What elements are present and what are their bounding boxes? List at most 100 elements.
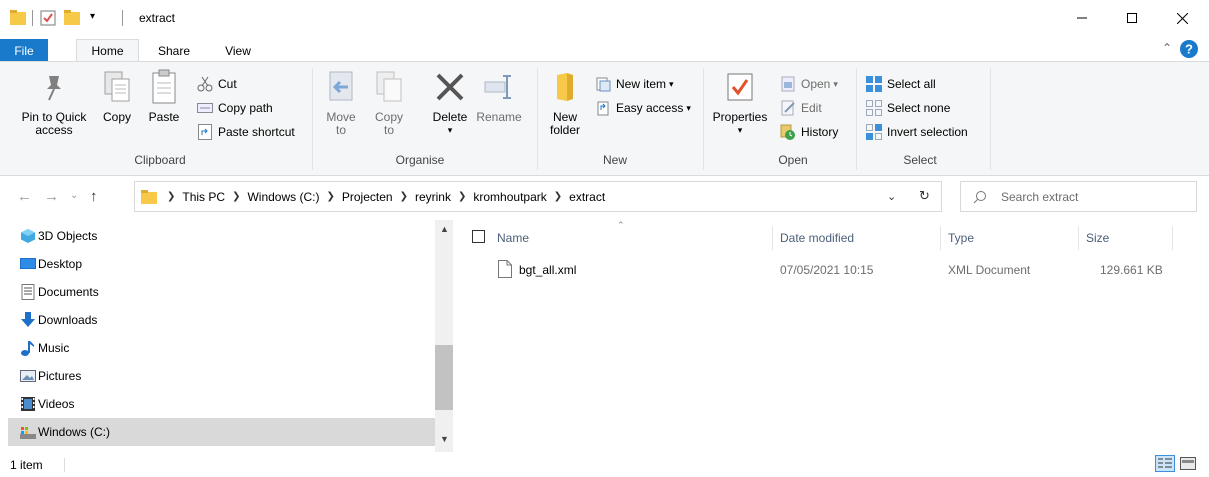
pictures-icon bbox=[20, 370, 36, 382]
column-header-name[interactable]: Name bbox=[497, 228, 529, 248]
help-icon[interactable]: ? bbox=[1180, 40, 1198, 58]
properties-dropdown-icon[interactable]: ▾ bbox=[738, 124, 743, 137]
tab-file[interactable]: File bbox=[0, 39, 48, 62]
easy-access-button[interactable]: Easy access ▾ bbox=[594, 98, 691, 118]
tab-share[interactable]: Share bbox=[148, 39, 200, 62]
forward-arrow-icon[interactable]: → bbox=[44, 188, 59, 205]
breadcrumb-separator-icon[interactable]: ❯ bbox=[326, 191, 334, 202]
breadcrumb-separator-icon[interactable]: ❯ bbox=[232, 191, 240, 202]
breadcrumb-separator-icon[interactable]: ❯ bbox=[458, 191, 466, 202]
file-size: 129.661 KB bbox=[1100, 263, 1163, 277]
music-note-icon bbox=[21, 341, 34, 356]
address-bar[interactable]: ❯ This PC ❯ Windows (C:) ❯ Projecten ❯ r… bbox=[134, 181, 942, 212]
nav-item-desktop[interactable]: Desktop bbox=[8, 250, 435, 278]
nav-item-label: Documents bbox=[38, 285, 99, 299]
column-divider[interactable] bbox=[1172, 226, 1173, 250]
refresh-icon[interactable]: ↻ bbox=[919, 188, 930, 204]
ribbon: Pin to Quick access Copy Paste Cut Copy … bbox=[0, 61, 1209, 176]
column-divider[interactable] bbox=[940, 226, 941, 250]
cut-button[interactable]: Cut bbox=[196, 74, 237, 94]
scroll-down-icon[interactable]: ▼ bbox=[440, 434, 449, 444]
invert-selection-button[interactable]: Invert selection bbox=[865, 122, 968, 142]
select-all-label: Select all bbox=[887, 77, 936, 91]
address-history-chevron-icon[interactable]: ⌄ bbox=[887, 190, 896, 203]
open-button[interactable]: Open ▾ bbox=[779, 74, 838, 94]
breadcrumb-reyrink[interactable]: reyrink bbox=[415, 190, 451, 204]
maximize-button[interactable] bbox=[1109, 0, 1155, 36]
nav-item-music[interactable]: Music bbox=[8, 334, 435, 362]
close-button[interactable] bbox=[1159, 0, 1205, 36]
delete-button[interactable]: Delete ▾ bbox=[428, 66, 472, 137]
delete-dropdown-icon[interactable]: ▾ bbox=[448, 124, 453, 137]
paste-shortcut-button[interactable]: Paste shortcut bbox=[196, 122, 295, 142]
column-header-date-modified[interactable]: Date modified bbox=[780, 228, 854, 248]
paste-button[interactable]: Paste bbox=[144, 66, 184, 124]
nav-item-3d-objects[interactable]: 3D Objects bbox=[8, 222, 435, 250]
nav-item-windows-c[interactable]: Windows (C:) bbox=[8, 418, 435, 446]
select-all-icon bbox=[866, 76, 882, 92]
breadcrumb-separator-icon[interactable]: ❯ bbox=[167, 191, 175, 202]
collapse-ribbon-icon[interactable]: ⌃ bbox=[1162, 41, 1172, 55]
breadcrumb-separator-icon[interactable]: ❯ bbox=[554, 191, 562, 202]
scissors-icon bbox=[197, 76, 213, 92]
recent-locations-chevron-icon[interactable]: ⌄ bbox=[70, 190, 78, 201]
breadcrumb-windows-c[interactable]: Windows (C:) bbox=[247, 190, 319, 204]
breadcrumb-kromhoutpark[interactable]: kromhoutpark bbox=[473, 190, 546, 204]
customize-qa-dropdown-icon[interactable]: ▾ bbox=[90, 11, 95, 22]
search-input[interactable]: Search extract bbox=[1001, 190, 1078, 204]
select-none-button[interactable]: Select none bbox=[865, 98, 950, 118]
select-all-checkbox[interactable] bbox=[472, 230, 485, 243]
breadcrumb-this-pc[interactable]: This PC bbox=[182, 190, 225, 204]
paste-icon bbox=[152, 69, 176, 104]
breadcrumb-extract[interactable]: extract bbox=[569, 190, 605, 204]
properties-button[interactable]: Properties ▾ bbox=[708, 66, 772, 137]
scrollbar-thumb[interactable] bbox=[435, 345, 453, 410]
nav-item-label: Pictures bbox=[38, 369, 82, 383]
breadcrumb-projecten[interactable]: Projecten bbox=[342, 190, 393, 204]
pin-label-2: access bbox=[35, 123, 73, 137]
select-none-icon bbox=[866, 100, 882, 116]
nav-item-videos[interactable]: Videos bbox=[8, 390, 435, 418]
history-button[interactable]: History bbox=[779, 122, 838, 142]
column-header-type[interactable]: Type bbox=[948, 228, 974, 248]
new-item-button[interactable]: New item ▾ bbox=[594, 74, 674, 94]
column-header-size[interactable]: Size bbox=[1086, 228, 1109, 248]
xml-file-icon bbox=[498, 260, 512, 278]
nav-item-label: 3D Objects bbox=[38, 229, 98, 243]
column-divider[interactable] bbox=[772, 226, 773, 250]
tab-home[interactable]: Home bbox=[76, 39, 139, 62]
breadcrumb-separator-icon[interactable]: ❯ bbox=[400, 191, 408, 202]
scroll-up-icon[interactable]: ▲ bbox=[440, 224, 449, 234]
history-icon bbox=[780, 124, 795, 140]
edit-button[interactable]: Edit bbox=[779, 98, 822, 118]
search-box[interactable]: Search extract bbox=[960, 181, 1197, 212]
nav-item-downloads[interactable]: Downloads bbox=[8, 306, 435, 334]
back-arrow-icon[interactable]: ← bbox=[17, 188, 32, 205]
edit-icon bbox=[781, 100, 795, 116]
large-icons-view-icon[interactable] bbox=[1178, 455, 1198, 472]
file-name[interactable]: bgt_all.xml bbox=[519, 262, 576, 278]
move-to-button[interactable]: Move to bbox=[322, 66, 360, 137]
copy-button[interactable]: Copy bbox=[99, 66, 135, 124]
easy-access-icon bbox=[597, 101, 609, 116]
new-folder-icon[interactable] bbox=[64, 9, 80, 27]
pin-to-quick-access-button[interactable]: Pin to Quick access bbox=[14, 66, 94, 137]
3d-objects-icon bbox=[21, 229, 35, 243]
copy-path-button[interactable]: Copy path bbox=[196, 98, 273, 118]
copy-to-button[interactable]: Copy to bbox=[370, 66, 408, 137]
details-view-icon[interactable] bbox=[1155, 455, 1175, 472]
select-all-button[interactable]: Select all bbox=[865, 74, 936, 94]
window-title: extract bbox=[139, 11, 176, 25]
nav-item-pictures[interactable]: Pictures bbox=[8, 362, 435, 390]
minimize-button[interactable] bbox=[1059, 0, 1105, 36]
rename-button[interactable]: Rename bbox=[474, 66, 524, 124]
column-divider[interactable] bbox=[1078, 226, 1079, 250]
properties-label: Properties bbox=[712, 110, 768, 124]
tab-view[interactable]: View bbox=[212, 39, 264, 62]
nav-item-documents[interactable]: Documents bbox=[8, 278, 435, 306]
nav-pane-scrollbar[interactable]: ▲ ▼ bbox=[435, 220, 453, 452]
group-separator bbox=[703, 68, 704, 170]
up-arrow-icon[interactable]: ↑ bbox=[90, 188, 98, 205]
properties-check-icon[interactable] bbox=[40, 9, 56, 27]
new-folder-button[interactable]: New folder bbox=[545, 66, 585, 137]
